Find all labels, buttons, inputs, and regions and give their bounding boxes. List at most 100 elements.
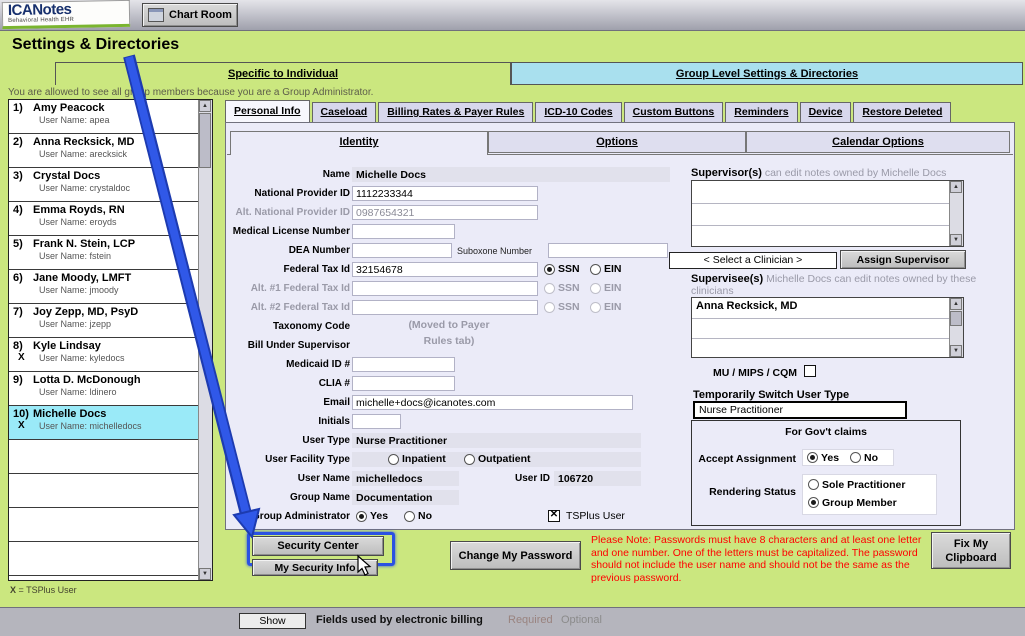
scroll-up-icon[interactable]: ▲ — [199, 100, 211, 112]
user-name: Jane Moody, LMFT — [33, 272, 132, 284]
list-row[interactable]: 3) Crystal Docs User Name: crystaldoc — [9, 168, 199, 202]
group-admin-yes-radio[interactable] — [356, 511, 367, 522]
supervisors-listbox[interactable]: ▲ ▼ — [691, 180, 964, 247]
bill-under-supervisor-label: Bill Under Supervisor — [247, 340, 350, 351]
scroll-down-icon[interactable]: ▼ — [950, 345, 962, 357]
supervisors-title: Supervisor(s) — [691, 167, 762, 179]
suboxone-number-input[interactable] — [548, 243, 668, 258]
user-username: User Name: kyledocs — [39, 353, 125, 363]
user-list-scrollbar[interactable]: ▲ ▼ — [198, 100, 212, 580]
email-input[interactable]: michelle+docs@icanotes.com — [352, 395, 633, 410]
tab-calendar-options[interactable]: Calendar Options — [746, 131, 1010, 153]
alt2-ssn-radio[interactable] — [544, 302, 555, 313]
initials-input[interactable] — [352, 414, 401, 429]
name-field[interactable]: Michelle Docs — [352, 167, 670, 182]
alt1-ssn-radio[interactable] — [544, 283, 555, 294]
tab-device[interactable]: Device — [799, 102, 852, 122]
sole-practitioner-radio[interactable] — [808, 479, 819, 490]
clia-input[interactable] — [352, 376, 455, 391]
user-type-field: Nurse Practitioner — [352, 433, 641, 448]
medicaid-id-input[interactable] — [352, 357, 455, 372]
dea-number-label: DEA Number — [288, 245, 350, 256]
group-member-radio[interactable] — [808, 497, 819, 508]
npi-input[interactable]: 1112233344 — [352, 186, 538, 201]
mu-mips-cqm-checkbox[interactable] — [804, 365, 816, 377]
tab-specific-to-individual[interactable]: Specific to Individual — [55, 62, 511, 85]
user-number: 1) — [13, 102, 23, 114]
federal-tax-input[interactable]: 32154678 — [352, 262, 538, 277]
list-row-selected[interactable]: 10) Michelle Docs X User Name: michelledoc… — [9, 406, 199, 440]
tab-restore-deleted[interactable]: Restore Deleted — [853, 102, 952, 122]
accept-yes-radio[interactable] — [807, 452, 818, 463]
switch-user-type-select[interactable]: Nurse Practitioner — [693, 401, 907, 419]
list-row[interactable]: 5) Frank N. Stein, LCP User Name: fstein — [9, 236, 199, 270]
list-row[interactable]: 7) Joy Zepp, MD, PsyD User Name: jzepp — [9, 304, 199, 338]
assign-supervisor-button[interactable]: Assign Supervisor — [840, 250, 966, 269]
tsplus-x-marker: X — [18, 420, 25, 431]
scroll-up-icon[interactable]: ▲ — [950, 181, 962, 193]
list-row[interactable]: 4) Emma Royds, RN User Name: eroyds — [9, 202, 199, 236]
tab-options[interactable]: Options — [488, 131, 746, 153]
tab-identity[interactable]: Identity — [230, 131, 488, 155]
list-row[interactable]: 9) Lotta D. McDonough User Name: ldinero — [9, 372, 199, 406]
alt-npi-input[interactable]: 0987654321 — [352, 205, 538, 220]
page-title: Settings & Directories — [12, 36, 180, 53]
outpatient-radio[interactable] — [464, 454, 475, 465]
tab-reminders[interactable]: Reminders — [725, 102, 798, 122]
change-password-button[interactable]: Change My Password — [450, 541, 581, 570]
scrollbar-thumb[interactable] — [950, 311, 962, 326]
user-name: Amy Peacock — [33, 102, 105, 114]
list-row[interactable]: 6) Jane Moody, LMFT User Name: jmoody — [9, 270, 199, 304]
supervisees-listbox[interactable]: Anna Recksick, MD ▲ ▼ — [691, 297, 964, 358]
group-admin-no-radio[interactable] — [404, 511, 415, 522]
supervisors-scrollbar[interactable]: ▲ ▼ — [949, 181, 963, 246]
show-button[interactable]: Show — [239, 613, 306, 629]
ein-radio[interactable] — [590, 264, 601, 275]
security-center-button[interactable]: Security Center — [252, 536, 384, 556]
accept-yes-label: Yes — [821, 452, 840, 464]
tsplus-user-checkbox[interactable] — [548, 509, 560, 522]
list-row[interactable]: 8) Kyle Lindsay X User Name: kyledocs — [9, 338, 199, 372]
supervisee-item[interactable]: Anna Recksick, MD — [696, 300, 797, 312]
tab-caseload[interactable]: Caseload — [311, 102, 377, 122]
supervisees-scrollbar[interactable]: ▲ ▼ — [949, 298, 963, 357]
list-row[interactable]: 1) Amy Peacock User Name: apea — [9, 100, 199, 134]
tab-group-level-settings[interactable]: Group Level Settings & Directories — [511, 62, 1023, 85]
fix-clipboard-button[interactable]: Fix My Clipboard — [931, 532, 1011, 569]
tab-icd10-codes[interactable]: ICD-10 Codes — [535, 102, 622, 122]
group-name-field: Documentation — [352, 490, 459, 505]
medical-license-input[interactable] — [352, 224, 455, 239]
alt2-ein-radio[interactable] — [590, 302, 601, 313]
accept-assignment-label: Accept Assignment — [698, 453, 796, 465]
tab-billing-rates[interactable]: Billing Rates & Payer Rules — [378, 102, 534, 122]
supervisees-title: Supervisee(s) — [691, 273, 764, 285]
ssn-radio[interactable] — [544, 264, 555, 275]
group-administrator-label: Group Administrator — [252, 511, 350, 522]
fields-billing-note: Fields used by electronic billing — [316, 614, 483, 626]
chart-room-button[interactable]: Chart Room — [142, 3, 238, 27]
alt1-tax-input[interactable] — [352, 281, 538, 296]
user-type-label: User Type — [302, 435, 350, 446]
gov-claims-title: For Gov't claims — [785, 426, 867, 438]
sole-practitioner-label: Sole Practitioner — [822, 479, 906, 491]
select-clinician-dropdown[interactable]: < Select a Clinician > — [669, 252, 837, 269]
dea-number-input[interactable] — [352, 243, 452, 258]
scroll-up-icon[interactable]: ▲ — [950, 298, 962, 310]
user-name: Michelle Docs — [33, 408, 107, 420]
tab-custom-buttons[interactable]: Custom Buttons — [623, 102, 724, 122]
alt2-tax-input[interactable] — [352, 300, 538, 315]
tab-personal-info[interactable]: Personal Info — [225, 100, 310, 122]
chart-room-icon — [148, 8, 165, 22]
icanotes-logo[interactable]: ICANotes Behavioral Health EHR — [1, 0, 131, 30]
inpatient-radio[interactable] — [388, 454, 399, 465]
my-security-info-button[interactable]: My Security Info — [252, 559, 378, 576]
settings-directories-screen: ICANotes Behavioral Health EHR Chart Roo… — [0, 0, 1025, 636]
name-label: Name — [322, 169, 350, 180]
medical-license-label: Medical License Number — [232, 226, 350, 237]
scroll-down-icon[interactable]: ▼ — [199, 568, 211, 580]
list-row[interactable]: 2) Anna Recksick, MD User Name: arecksick — [9, 134, 199, 168]
accept-no-radio[interactable] — [850, 452, 861, 463]
scrollbar-thumb[interactable] — [199, 113, 211, 168]
scroll-down-icon[interactable]: ▼ — [950, 234, 962, 246]
alt1-ein-radio[interactable] — [590, 283, 601, 294]
